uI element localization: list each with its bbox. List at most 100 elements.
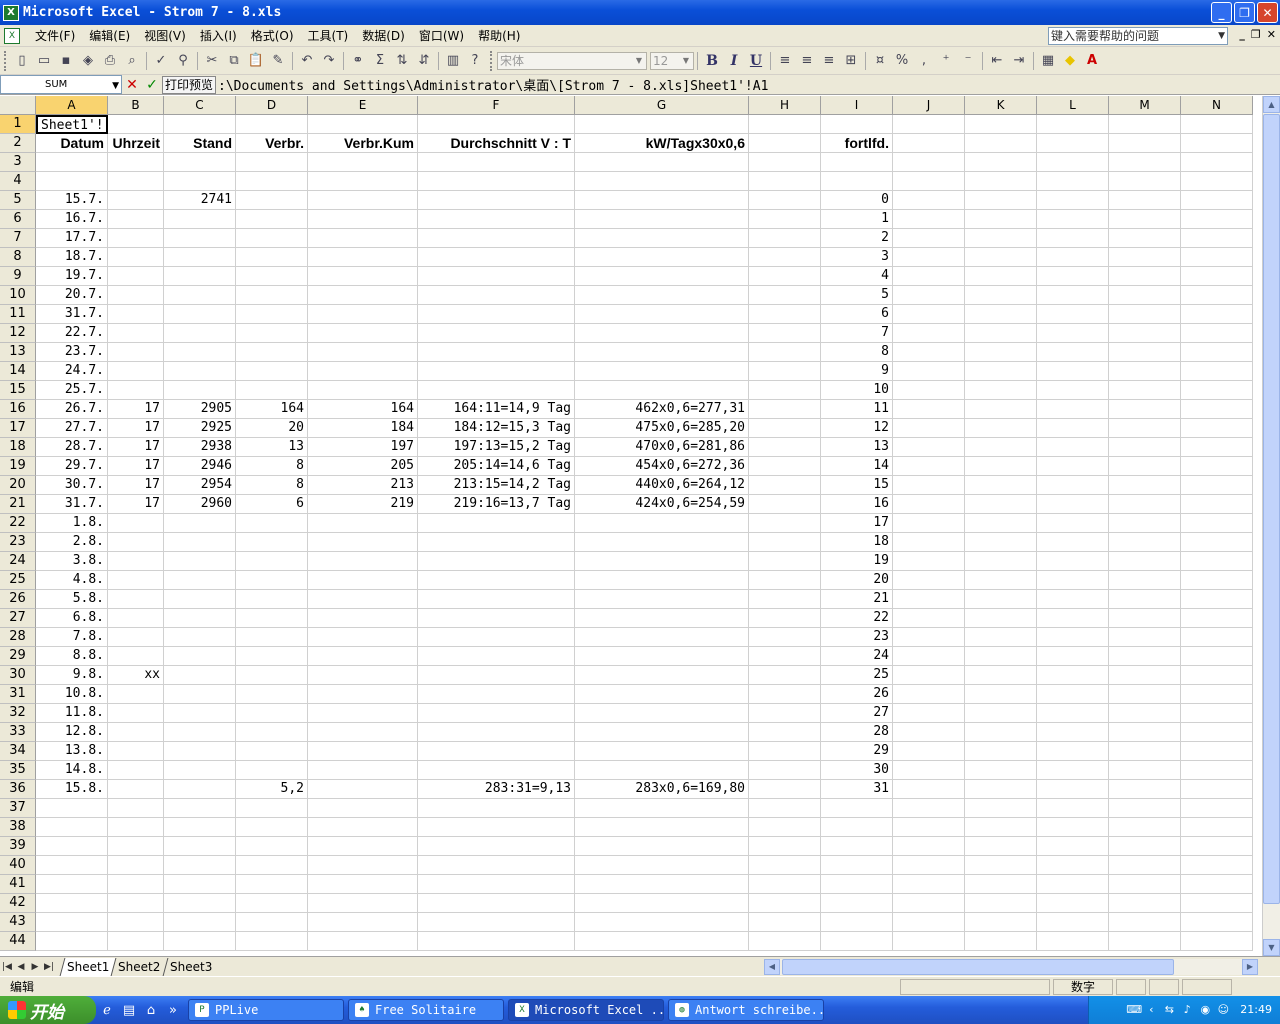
cell-n5[interactable] — [1181, 191, 1253, 210]
cell-d1[interactable] — [236, 115, 308, 134]
cell-h26[interactable] — [749, 590, 821, 609]
cell-l12[interactable] — [1037, 324, 1109, 343]
new-icon[interactable]: ▯ — [11, 50, 33, 72]
cell-k26[interactable] — [965, 590, 1037, 609]
chart-wizard-icon[interactable]: ▥ — [442, 50, 464, 72]
cell-c37[interactable] — [164, 799, 236, 818]
cell-g14[interactable] — [575, 362, 749, 381]
cell-d32[interactable] — [236, 704, 308, 723]
column-header-e[interactable]: E — [308, 96, 418, 115]
cell-k44[interactable] — [965, 932, 1037, 951]
first-sheet-icon[interactable]: |◀ — [0, 962, 14, 972]
cell-k25[interactable] — [965, 571, 1037, 590]
cell-d27[interactable] — [236, 609, 308, 628]
cell-e27[interactable] — [308, 609, 418, 628]
cell-b35[interactable] — [108, 761, 164, 780]
cell-d31[interactable] — [236, 685, 308, 704]
cell-j13[interactable] — [893, 343, 965, 362]
cell-e23[interactable] — [308, 533, 418, 552]
column-header-c[interactable]: C — [164, 96, 236, 115]
formula-input[interactable]: :\Documents and Settings\Administrator\桌… — [216, 75, 768, 94]
spelling-icon[interactable]: ✓ — [150, 50, 172, 72]
autosum-icon[interactable]: Σ — [369, 50, 391, 72]
cell-a35[interactable]: 14.8. — [36, 761, 108, 780]
cell-k1[interactable] — [965, 115, 1037, 134]
cell-d29[interactable] — [236, 647, 308, 666]
cell-m26[interactable] — [1109, 590, 1181, 609]
prev-sheet-icon[interactable]: ◀ — [14, 962, 28, 972]
row-header[interactable]: 27 — [0, 609, 36, 628]
cell-e22[interactable] — [308, 514, 418, 533]
cell-b41[interactable] — [108, 875, 164, 894]
cell-d3[interactable] — [236, 153, 308, 172]
cell-h24[interactable] — [749, 552, 821, 571]
row-header[interactable]: 7 — [0, 229, 36, 248]
cell-l34[interactable] — [1037, 742, 1109, 761]
cell-a15[interactable]: 25.7. — [36, 381, 108, 400]
column-header-b[interactable]: B — [108, 96, 164, 115]
cut-icon[interactable]: ✂ — [201, 50, 223, 72]
cell-b31[interactable] — [108, 685, 164, 704]
column-header-k[interactable]: K — [965, 96, 1037, 115]
scroll-left-icon[interactable]: ◀ — [764, 959, 780, 975]
cell-e17[interactable]: 184 — [308, 419, 418, 438]
cell-f18[interactable]: 197:13=15,2 Tag — [418, 438, 575, 457]
cell-d35[interactable] — [236, 761, 308, 780]
cell-f5[interactable] — [418, 191, 575, 210]
cell-g32[interactable] — [575, 704, 749, 723]
cell-j41[interactable] — [893, 875, 965, 894]
enter-icon[interactable]: ✓ — [142, 77, 162, 93]
cell-e18[interactable]: 197 — [308, 438, 418, 457]
cell-c21[interactable]: 2960 — [164, 495, 236, 514]
cell-k13[interactable] — [965, 343, 1037, 362]
cell-f39[interactable] — [418, 837, 575, 856]
cell-m23[interactable] — [1109, 533, 1181, 552]
cell-g21[interactable]: 424x0,6=254,59 — [575, 495, 749, 514]
cell-g3[interactable] — [575, 153, 749, 172]
cell-d13[interactable] — [236, 343, 308, 362]
cell-k20[interactable] — [965, 476, 1037, 495]
cell-n1[interactable] — [1181, 115, 1253, 134]
row-header[interactable]: 32 — [0, 704, 36, 723]
cell-f32[interactable] — [418, 704, 575, 723]
cell-g33[interactable] — [575, 723, 749, 742]
cell-l14[interactable] — [1037, 362, 1109, 381]
permission-icon[interactable]: ◈ — [77, 50, 99, 72]
cell-e11[interactable] — [308, 305, 418, 324]
column-header-i[interactable]: I — [821, 96, 893, 115]
cell-n20[interactable] — [1181, 476, 1253, 495]
cell-a28[interactable]: 7.8. — [36, 628, 108, 647]
cell-b23[interactable] — [108, 533, 164, 552]
cell-a22[interactable]: 1.8. — [36, 514, 108, 533]
cell-f44[interactable] — [418, 932, 575, 951]
cell-f41[interactable] — [418, 875, 575, 894]
cell-n22[interactable] — [1181, 514, 1253, 533]
cell-b10[interactable] — [108, 286, 164, 305]
cell-i3[interactable] — [821, 153, 893, 172]
cell-n36[interactable] — [1181, 780, 1253, 799]
borders-icon[interactable]: ▦ — [1037, 50, 1059, 72]
cell-n39[interactable] — [1181, 837, 1253, 856]
align-center-icon[interactable]: ≡ — [796, 50, 818, 72]
row-header[interactable]: 15 — [0, 381, 36, 400]
cell-c14[interactable] — [164, 362, 236, 381]
paste-icon[interactable]: 📋 — [245, 50, 267, 72]
cell-g9[interactable] — [575, 267, 749, 286]
cell-i13[interactable]: 8 — [821, 343, 893, 362]
cell-a23[interactable]: 2.8. — [36, 533, 108, 552]
cell-j19[interactable] — [893, 457, 965, 476]
align-right-icon[interactable]: ≡ — [818, 50, 840, 72]
chevron-down-icon[interactable]: ▼ — [1218, 28, 1225, 44]
cell-l5[interactable] — [1037, 191, 1109, 210]
row-header[interactable]: 43 — [0, 913, 36, 932]
cell-b13[interactable] — [108, 343, 164, 362]
cell-h37[interactable] — [749, 799, 821, 818]
cell-h10[interactable] — [749, 286, 821, 305]
row-header[interactable]: 33 — [0, 723, 36, 742]
cell-e31[interactable] — [308, 685, 418, 704]
cell-b26[interactable] — [108, 590, 164, 609]
row-header[interactable]: 39 — [0, 837, 36, 856]
cell-d23[interactable] — [236, 533, 308, 552]
cell-j21[interactable] — [893, 495, 965, 514]
cell-n40[interactable] — [1181, 856, 1253, 875]
